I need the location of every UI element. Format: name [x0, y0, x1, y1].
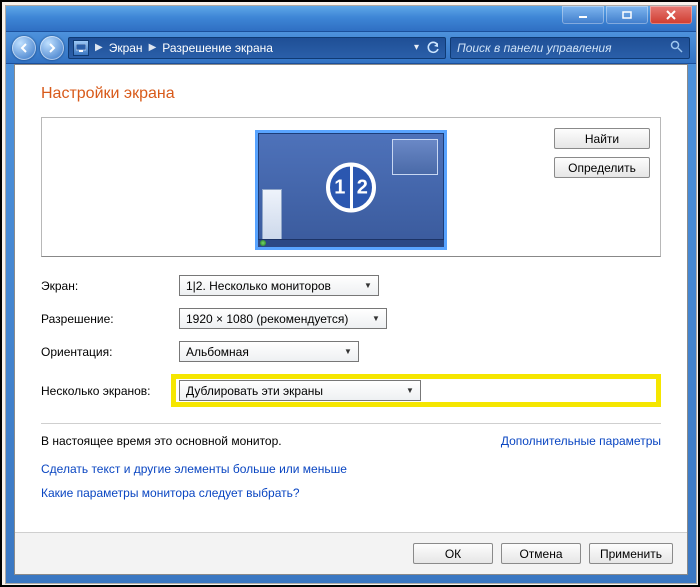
which-monitor-link[interactable]: Какие параметры монитора следует выбрать… [41, 486, 661, 500]
mini-window-icon [392, 139, 438, 175]
search-input[interactable]: Поиск в панели управления [450, 37, 690, 59]
close-button[interactable] [650, 6, 692, 24]
maximize-button[interactable] [606, 6, 648, 24]
page-title: Настройки экрана [41, 85, 661, 103]
cancel-button[interactable]: Отмена [501, 543, 581, 564]
arrow-right-icon [47, 43, 57, 53]
display-select[interactable]: 1|2. Несколько мониторов ▼ [179, 275, 379, 296]
address-bar[interactable]: ▶ Экран ▶ Разрешение экрана ▾ [68, 37, 446, 59]
chevron-down-icon: ▼ [361, 279, 375, 292]
chevron-down-icon: ▼ [341, 345, 355, 358]
monitor-number-2: 2 [353, 167, 373, 209]
separator [41, 423, 661, 424]
primary-monitor-status: В настоящее время это основной монитор. [41, 434, 282, 448]
chevron-down-icon: ▼ [369, 312, 383, 325]
ok-button[interactable]: ОК [413, 543, 493, 564]
maximize-icon [622, 11, 632, 19]
monitor-thumbnail[interactable]: 1 2 [255, 130, 447, 250]
nav-back-button[interactable] [12, 36, 36, 60]
display-icon [73, 40, 89, 56]
advanced-settings-link[interactable]: Дополнительные параметры [501, 434, 661, 448]
orientation-label: Ориентация: [41, 345, 179, 359]
taskbar-icon [258, 239, 444, 247]
start-orb-icon [260, 240, 266, 246]
refresh-icon [426, 41, 440, 55]
monitor-id-badge: 1 2 [326, 163, 376, 213]
display-select-value: 1|2. Несколько мониторов [186, 279, 331, 293]
identify-find-button[interactable]: Найти [554, 128, 650, 149]
monitor-number-1: 1 [330, 167, 353, 209]
multiple-displays-select[interactable]: Дублировать эти экраны ▼ [179, 380, 421, 401]
chevron-right-icon: ▶ [149, 42, 157, 53]
close-icon [665, 10, 677, 20]
nav-forward-button[interactable] [40, 36, 64, 60]
search-icon [670, 40, 683, 56]
mini-sidebar-icon [262, 189, 282, 243]
minimize-button[interactable] [562, 6, 604, 24]
arrow-left-icon [19, 43, 29, 53]
breadcrumb-level1[interactable]: Экран [109, 41, 143, 55]
settings-form: Экран: 1|2. Несколько мониторов ▼ Разреш… [41, 275, 661, 407]
multiple-displays-highlight: Дублировать эти экраны ▼ [171, 374, 661, 407]
resolution-select[interactable]: 1920 × 1080 (рекомендуется) ▼ [179, 308, 387, 329]
refresh-button[interactable] [425, 40, 441, 56]
chevron-right-icon: ▶ [95, 42, 103, 53]
dialog-footer: ОК Отмена Применить [15, 532, 687, 574]
display-label: Экран: [41, 279, 179, 293]
detect-button[interactable]: Определить [554, 157, 650, 178]
orientation-select[interactable]: Альбомная ▼ [179, 341, 359, 362]
multiple-displays-value: Дублировать эти экраны [186, 384, 323, 398]
chevron-down-icon: ▼ [403, 384, 417, 397]
navbar: ▶ Экран ▶ Разрешение экрана ▾ Поиск в па… [6, 32, 696, 64]
search-placeholder: Поиск в панели управления [457, 41, 612, 55]
control-panel-window: ▶ Экран ▶ Разрешение экрана ▾ Поиск в па… [6, 6, 696, 583]
chevron-down-icon[interactable]: ▾ [414, 42, 419, 53]
apply-button[interactable]: Применить [589, 543, 673, 564]
resolution-label: Разрешение: [41, 312, 179, 326]
display-preview: 1 2 Найти Определить [41, 117, 661, 257]
content-panel: Настройки экрана 1 2 Найти Определить [14, 64, 688, 575]
breadcrumb-level2[interactable]: Разрешение экрана [162, 41, 273, 55]
titlebar [6, 6, 696, 32]
orientation-select-value: Альбомная [186, 345, 249, 359]
minimize-icon [578, 11, 588, 19]
resolution-select-value: 1920 × 1080 (рекомендуется) [186, 312, 348, 326]
multiple-displays-label: Несколько экранов: [41, 384, 179, 398]
text-size-link[interactable]: Сделать текст и другие элементы больше и… [41, 462, 661, 476]
